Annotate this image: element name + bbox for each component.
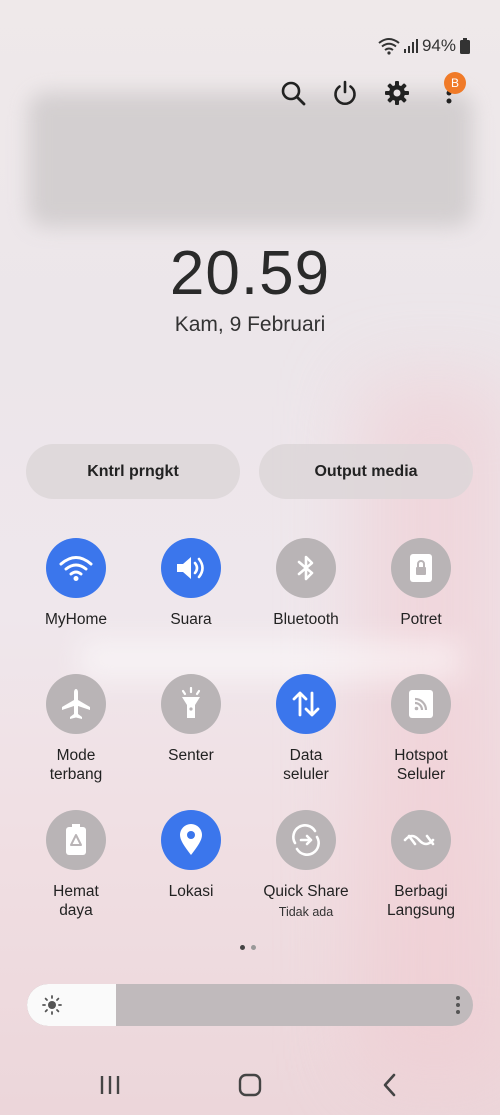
location-icon bbox=[161, 810, 221, 870]
tile-hotspot[interactable]: Hotspot Seluler bbox=[366, 674, 476, 784]
search-icon bbox=[281, 81, 306, 106]
tile-label: MyHome bbox=[44, 611, 107, 628]
back-button[interactable] bbox=[374, 1069, 406, 1101]
panel-toolbar: B bbox=[0, 72, 500, 110]
page-indicator bbox=[240, 945, 256, 950]
tile-label: Lokasi bbox=[168, 883, 214, 900]
settings-button[interactable] bbox=[382, 78, 412, 108]
mobile-data-icon bbox=[276, 674, 336, 734]
page-dot bbox=[251, 945, 256, 950]
tile-wifi[interactable]: MyHome bbox=[21, 538, 131, 629]
tile-label: Berbagi Langsung bbox=[386, 883, 456, 919]
tile-power-saving[interactable]: Hemat daya bbox=[21, 810, 131, 920]
power-saving-icon bbox=[46, 810, 106, 870]
tile-label: Hotspot Seluler bbox=[394, 747, 448, 783]
notification-badge: B bbox=[444, 72, 466, 94]
clock-time: 20.59 bbox=[169, 239, 331, 308]
brightness-more-button[interactable] bbox=[455, 993, 461, 1022]
tile-portrait[interactable]: Potret bbox=[366, 538, 476, 629]
brightness-slider[interactable] bbox=[27, 984, 473, 1026]
tile-quick-share[interactable]: Quick Share Tidak ada bbox=[251, 810, 361, 919]
tile-location[interactable]: Lokasi bbox=[136, 810, 246, 901]
recents-icon bbox=[100, 1076, 120, 1094]
power-button[interactable] bbox=[330, 78, 360, 108]
tile-label: Mode terbang bbox=[49, 747, 103, 783]
signal-icon bbox=[403, 38, 418, 54]
volume-icon bbox=[161, 538, 221, 598]
brightness-icon bbox=[42, 995, 62, 1020]
search-button[interactable] bbox=[278, 78, 308, 108]
tile-label: Hemat daya bbox=[53, 883, 99, 919]
power-icon bbox=[334, 80, 356, 105]
back-icon bbox=[383, 1073, 396, 1097]
nearby-share-icon bbox=[391, 810, 451, 870]
tile-label: Quick Share bbox=[263, 883, 349, 900]
home-button[interactable] bbox=[234, 1069, 266, 1101]
wifi-icon bbox=[46, 538, 106, 598]
quick-share-icon bbox=[276, 810, 336, 870]
tile-label: Suara bbox=[170, 611, 212, 628]
flashlight-icon bbox=[161, 674, 221, 734]
media-output-button[interactable]: Output media bbox=[259, 444, 473, 499]
home-icon bbox=[238, 1073, 262, 1097]
tile-sublabel: Tidak ada bbox=[278, 905, 334, 919]
battery-icon bbox=[460, 38, 470, 54]
wifi-status-icon bbox=[378, 37, 400, 55]
device-control-button[interactable]: Kntrl prngkt bbox=[26, 444, 240, 499]
more-vert-icon bbox=[456, 996, 460, 1014]
tile-sound[interactable]: Suara bbox=[136, 538, 246, 629]
gear-icon bbox=[385, 81, 409, 105]
recent-apps-button[interactable] bbox=[94, 1069, 126, 1101]
status-bar: 94% bbox=[378, 34, 470, 58]
tile-mobile-data[interactable]: Data seluler bbox=[251, 674, 361, 784]
bluetooth-icon bbox=[276, 538, 336, 598]
navigation-bar bbox=[0, 1065, 500, 1105]
battery-percent: 94% bbox=[421, 36, 456, 55]
blurred-media-card bbox=[28, 92, 473, 227]
tile-label: Senter bbox=[168, 747, 214, 764]
airplane-icon bbox=[46, 674, 106, 734]
page-dot-active bbox=[240, 945, 245, 950]
brightness-fill bbox=[27, 984, 116, 1026]
hotspot-icon bbox=[391, 674, 451, 734]
tile-nearby-share[interactable]: Berbagi Langsung bbox=[366, 810, 476, 920]
tile-airplane[interactable]: Mode terbang bbox=[21, 674, 131, 784]
clock-date: Kam, 9 Februari bbox=[174, 313, 326, 336]
more-options-button[interactable]: B bbox=[434, 72, 466, 108]
tile-label: Bluetooth bbox=[273, 611, 339, 628]
portrait-lock-icon bbox=[391, 538, 451, 598]
tile-bluetooth[interactable]: Bluetooth bbox=[251, 538, 361, 629]
tile-label: Data seluler bbox=[283, 747, 329, 783]
tile-label: Potret bbox=[400, 611, 442, 628]
tile-flashlight[interactable]: Senter bbox=[136, 674, 246, 765]
